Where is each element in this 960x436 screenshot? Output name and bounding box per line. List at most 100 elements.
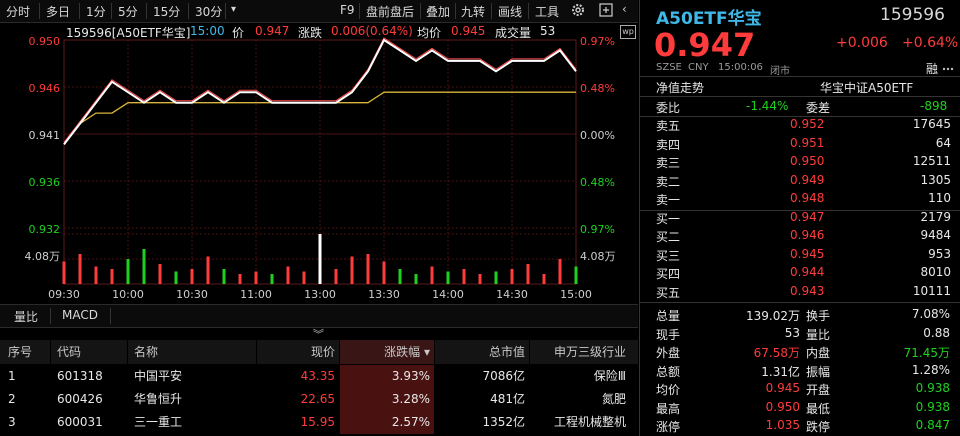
stat-label: 内盘	[806, 346, 831, 360]
volume-bar	[446, 271, 450, 284]
order-volume: 1305	[920, 172, 951, 187]
tab-timeshare[interactable]: 分时	[6, 3, 30, 20]
time-axis-label: 11:00	[240, 288, 272, 301]
bid-level-label: 买三	[656, 248, 681, 263]
tab-30min[interactable]: 30分	[195, 3, 222, 20]
stat-value: 67.58万	[753, 346, 800, 360]
quote-panel: A50ETF华宝 159596 0.947 +0.006 +0.64% SZSE…	[639, 0, 960, 436]
order-volume: 953	[928, 246, 951, 261]
table-header-cell[interactable]: 代码	[51, 340, 127, 364]
time-axis-label: 14:30	[496, 288, 528, 301]
volume-bar	[430, 266, 434, 284]
table-header-cell-sorted[interactable]: 涨跌幅 ▾	[340, 340, 434, 364]
quote-exchange: SZSE	[656, 62, 682, 73]
quote-change: +0.006	[836, 35, 888, 51]
quote-status: 闭市	[770, 66, 790, 77]
tab-1min[interactable]: 1分	[86, 3, 106, 20]
chart-avg-label: 均价	[417, 26, 442, 40]
volume-axis-label: 4.08万	[25, 250, 61, 263]
settings-gear-icon[interactable]	[570, 2, 586, 21]
period-dropdown-icon[interactable]: ▾	[231, 4, 236, 15]
order-price[interactable]: 0.944	[790, 265, 824, 279]
tab-macd[interactable]: MACD	[62, 308, 98, 322]
order-price[interactable]: 0.950	[790, 154, 824, 168]
order-price[interactable]: 0.946	[790, 228, 824, 242]
collapse-panel-icon[interactable]: ‹	[622, 2, 627, 16]
order-price[interactable]: 0.943	[790, 284, 824, 298]
chart-toolbar: 分时 多日 1分 5分 15分 30分 ▾ F9 盘前盘后 叠加 九转 画线 工…	[0, 0, 638, 23]
webi-value: -1.44%	[746, 99, 789, 113]
volume-bar	[334, 269, 338, 284]
order-volume: 64	[935, 135, 951, 150]
table-row[interactable]: 2 600426 华鲁恒升 22.65 3.28% 481亿 氮肥	[0, 388, 638, 411]
f9-button[interactable]: F9	[340, 3, 355, 17]
bid-level-label: 买二	[656, 230, 681, 244]
tab-5min[interactable]: 5分	[118, 3, 138, 20]
order-volume: 17645	[912, 117, 951, 131]
tab-15min[interactable]: 15分	[153, 3, 180, 20]
stat-value: 0.847	[915, 418, 950, 432]
tab-volume-ratio[interactable]: 量比	[14, 308, 38, 325]
stat-value: 0.945	[765, 381, 800, 395]
chart-price: 0.947	[255, 24, 290, 38]
volume-bar	[222, 269, 226, 284]
time-axis-label: 13:00	[304, 288, 336, 301]
order-price[interactable]: 0.945	[790, 247, 824, 261]
quote-price: 0.947	[654, 26, 756, 64]
tools-button[interactable]: 工具	[535, 3, 559, 20]
order-price[interactable]: 0.948	[790, 191, 824, 205]
more-options-icon[interactable]	[942, 63, 954, 77]
order-volume: 8010	[920, 265, 951, 279]
draw-line-button[interactable]: 画线	[498, 3, 522, 20]
intraday-chart: 0.950 0.946 0.941 0.936 0.932 0.97% 0.48% 0.00%…	[0, 22, 638, 304]
volume-bar	[238, 274, 242, 284]
stat-value: 71.45万	[903, 346, 950, 360]
order-price[interactable]: 0.949	[790, 173, 824, 187]
nav-trend-link[interactable]: 净值走势	[656, 79, 704, 96]
stat-label: 均价	[656, 383, 681, 397]
bid-level-label: 买一	[656, 211, 681, 226]
table-row[interactable]: 3 600031 三一重工 15.95 2.57% 1352亿 工程机械整机	[0, 411, 638, 434]
time-axis-label: 09:30	[48, 288, 80, 301]
stat-label: 最低	[806, 401, 831, 416]
stat-label: 振幅	[806, 364, 831, 379]
stat-value: 53	[784, 325, 800, 340]
stat-value: 7.08%	[911, 307, 950, 321]
stat-value: 139.02万	[746, 309, 800, 323]
index-name: 华宝中证A50ETF	[820, 81, 914, 95]
table-header-cell[interactable]: 名称	[128, 340, 256, 364]
order-price[interactable]: 0.951	[790, 136, 824, 150]
overlay-button[interactable]: 叠加	[426, 3, 450, 20]
volume-bar	[78, 254, 82, 284]
expand-icon[interactable]	[598, 2, 614, 21]
table-header-cell[interactable]: 序号	[0, 340, 50, 364]
pre-post-market-button[interactable]: 盘前盘后	[366, 3, 414, 20]
wp-icon[interactable]: wp	[620, 25, 636, 39]
volume-bar	[526, 264, 530, 284]
volume-bar	[414, 274, 418, 284]
order-price[interactable]: 0.952	[790, 117, 824, 131]
order-volume: 12511	[912, 154, 951, 168]
table-header-cell[interactable]: 总市值	[435, 340, 529, 364]
nine-turn-button[interactable]: 九转	[461, 3, 485, 20]
stat-label: 总量	[656, 309, 681, 323]
volume-bar	[398, 269, 402, 284]
chart-avg: 0.945	[451, 24, 486, 38]
stat-label: 量比	[806, 327, 831, 342]
tab-multiday[interactable]: 多日	[46, 3, 70, 20]
stat-label: 涨停	[656, 420, 681, 434]
order-price[interactable]: 0.947	[790, 210, 824, 224]
pct-axis-label: 0.97%	[580, 223, 615, 236]
table-header-cell[interactable]: 申万三级行业	[530, 340, 638, 364]
chart-price-label: 价	[232, 26, 245, 40]
table-row[interactable]: 1 601318 中国平安 43.35 3.93% 7086亿 保险Ⅲ	[0, 365, 638, 388]
stat-value: 1.31亿	[761, 364, 800, 379]
table-header-cell[interactable]: 现价	[257, 340, 339, 364]
weicha-label: 委差	[806, 101, 831, 115]
volume-bar	[190, 269, 194, 284]
stat-label: 现手	[656, 327, 681, 342]
ask-level-label: 卖一	[656, 193, 681, 207]
time-axis-label: 10:00	[112, 288, 144, 301]
stat-label: 外盘	[656, 346, 681, 360]
volume-bar	[494, 271, 498, 284]
